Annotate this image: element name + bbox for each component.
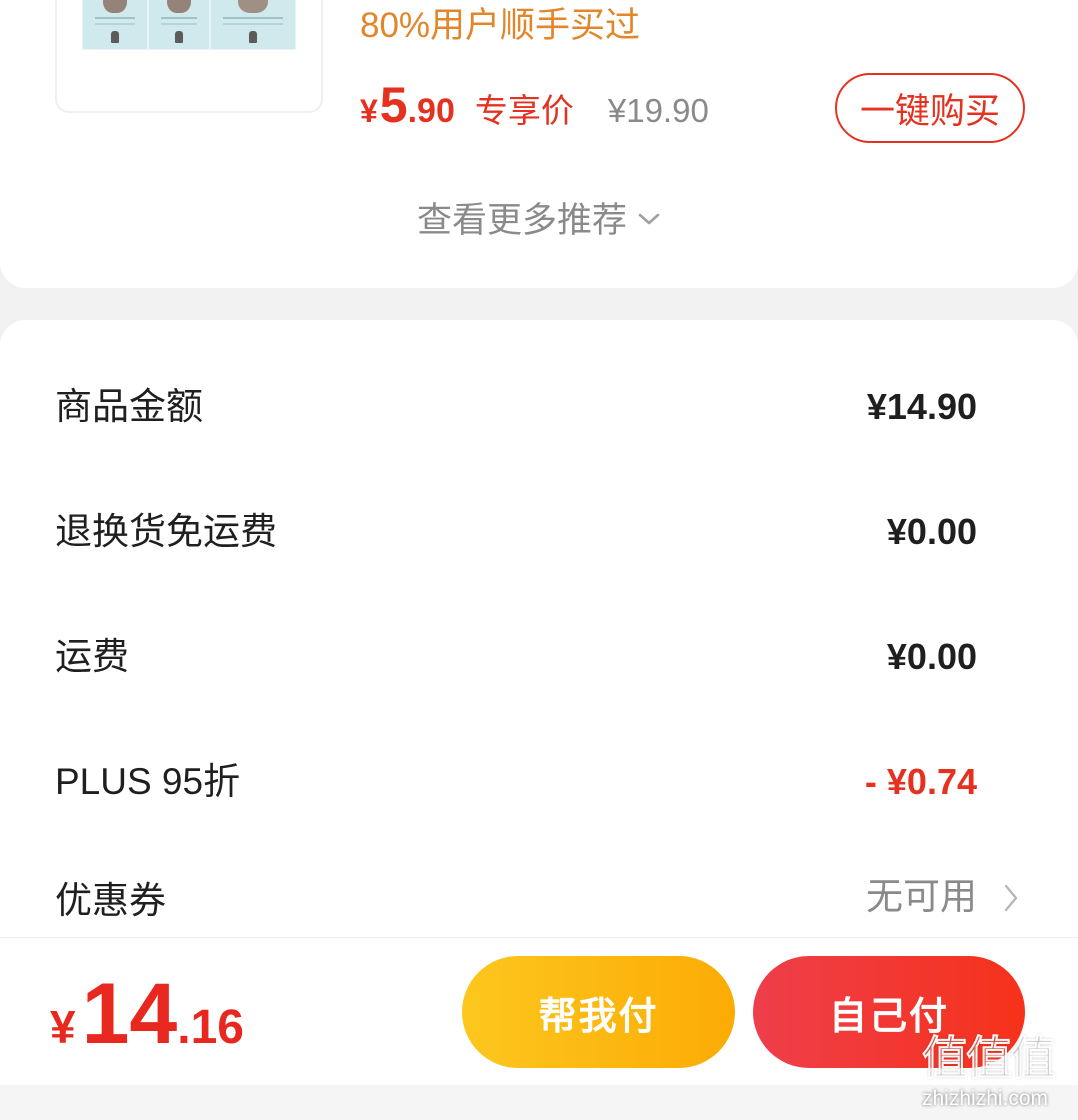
plus-discount-label: PLUS 95折 [55, 761, 241, 802]
see-more-recommendations[interactable]: 查看更多推荐 [0, 195, 1078, 240]
total-decimal: .16 [177, 1001, 244, 1054]
total-integer: 14 [81, 966, 178, 1062]
chevron-right-icon[interactable] [1003, 883, 1019, 913]
exclusive-price-label: 专享价 [474, 92, 574, 129]
price-integer: 5 [379, 77, 408, 133]
coupon-label: 优惠券 [55, 880, 166, 921]
original-price: ¥19.90 [607, 92, 709, 129]
chevron-down-icon [637, 212, 661, 226]
pack-figure [103, 0, 127, 13]
shipping-fee-value: ¥0.00 [886, 636, 977, 677]
one-click-buy-button[interactable]: 一键购买 [835, 73, 1025, 143]
pack-text-lines [223, 17, 283, 25]
see-more-label: 查看更多推荐 [416, 200, 627, 240]
recommend-price-row: ¥ 5 .90 专享价 ¥19.90 [360, 80, 709, 130]
pack-text-lines [161, 17, 197, 25]
return-shipping-value: ¥0.00 [886, 511, 977, 552]
goods-amount-label: 商品金额 [55, 386, 203, 427]
payment-bar: ¥ 14 .16 帮我付 自己付 [0, 937, 1078, 1085]
recommend-tagline: 80%用户顺手买过 [360, 6, 641, 45]
pack-logo-mark [111, 31, 119, 43]
pack-text-lines [95, 17, 135, 25]
pack-figure [238, 0, 268, 13]
total-currency: ¥ [50, 1001, 76, 1053]
price-decimal: .90 [407, 92, 455, 130]
total-price: ¥ 14 .16 [50, 971, 244, 1057]
return-shipping-label: 退换货免运费 [55, 511, 277, 552]
pay-myself-button[interactable]: 自己付 [753, 956, 1025, 1068]
pack-figure [167, 0, 191, 13]
goods-amount-value: ¥14.90 [866, 386, 977, 427]
plus-discount-value: - ¥0.74 [864, 761, 977, 802]
product-pack-image [82, 0, 148, 50]
pack-logo-mark [249, 31, 257, 43]
coupon-value[interactable]: 无可用 [866, 875, 977, 919]
bottom-safe-area [0, 1085, 1078, 1120]
price-currency: ¥ [360, 93, 378, 129]
shipping-fee-label: 运费 [55, 636, 129, 677]
product-thumbnail[interactable] [55, 0, 323, 113]
help-me-pay-button[interactable]: 帮我付 [462, 956, 735, 1068]
product-pack-image [210, 0, 296, 50]
recommendation-card: 80%用户顺手买过 ¥ 5 .90 专享价 ¥19.90 一键购买 查看更多推荐 [0, 0, 1078, 288]
pack-logo-mark [175, 31, 183, 43]
product-pack-image [148, 0, 210, 50]
